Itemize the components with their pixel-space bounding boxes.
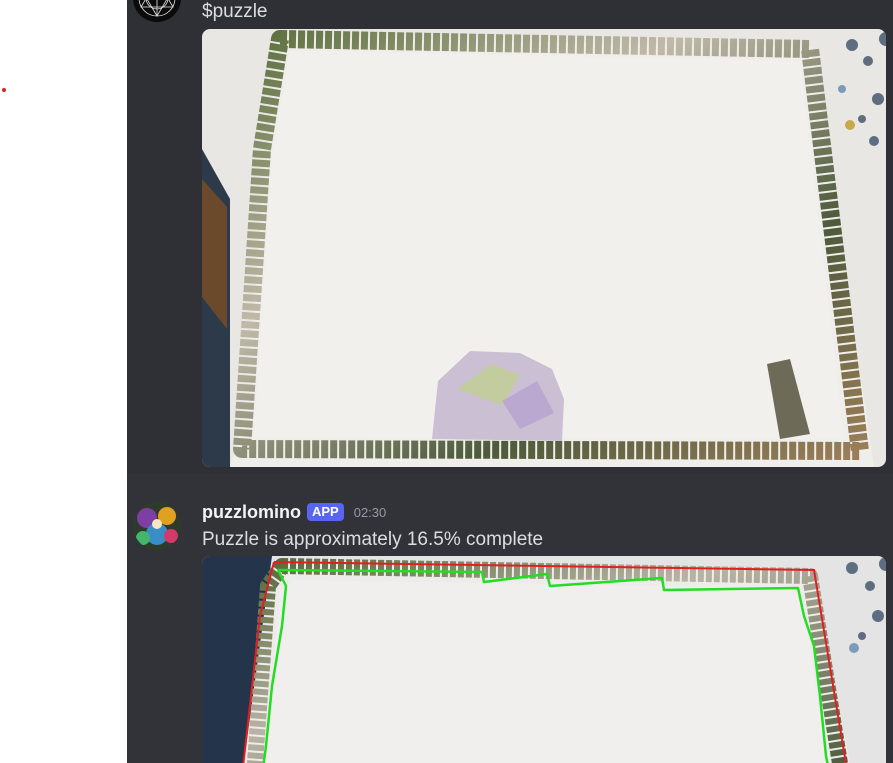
chat-area[interactable]: $puzzle puzzlomino APP 02:30 Puzzle is a… (127, 0, 893, 763)
colorful-puzzle-avatar[interactable] (133, 502, 181, 550)
puzzle-photo-image[interactable] (202, 29, 886, 467)
annotated-puzzle-photo-image[interactable] (202, 556, 886, 763)
timestamp[interactable]: 02:30 (354, 505, 387, 520)
message-text: $puzzle (202, 1, 268, 22)
username[interactable]: puzzlomino (202, 502, 301, 523)
app-badge: APP (306, 503, 344, 521)
left-pane (0, 0, 127, 763)
message-header: puzzlomino APP 02:30 (202, 501, 386, 523)
red-dot (2, 88, 6, 92)
message-text: Puzzle is approximately 16.5% complete (202, 529, 544, 550)
